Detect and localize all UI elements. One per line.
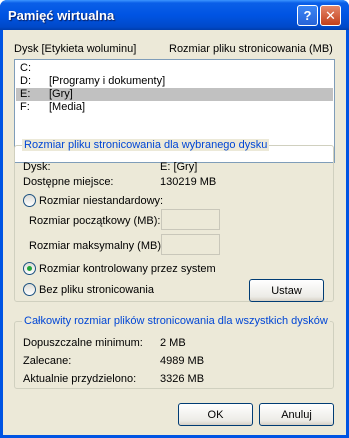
custom-size-label[interactable]: Rozmiar niestandardowy: bbox=[39, 195, 163, 207]
custom-size-radio[interactable] bbox=[23, 194, 36, 207]
allocated-label: Aktualnie przydzielono: bbox=[23, 373, 137, 385]
recommended-label: Zalecane: bbox=[23, 355, 72, 367]
virtual-memory-dialog: Pamięć wirtualna ? ✕ Dysk [Etykieta wolu… bbox=[0, 0, 349, 438]
drive-letter: E: bbox=[20, 88, 31, 100]
drive-letter: D: bbox=[20, 75, 31, 87]
close-button[interactable]: ✕ bbox=[320, 5, 341, 26]
title-bar[interactable]: Pamięć wirtualna ? ✕ bbox=[0, 0, 349, 30]
drive-list-item[interactable]: D: [Programy i dokumenty] bbox=[16, 75, 333, 88]
minimum-label: Dopuszczalne minimum: bbox=[23, 337, 143, 349]
cancel-button[interactable]: Anuluj bbox=[259, 403, 334, 426]
close-icon: ✕ bbox=[325, 7, 336, 23]
available-space-label: Dostępne miejsce: bbox=[23, 176, 114, 188]
drive-label: [Media] bbox=[49, 101, 86, 113]
max-size-label: Rozmiar maksymalny (MB): bbox=[29, 240, 165, 252]
totals-group-title: Całkowity rozmiar plików stronicowania d… bbox=[22, 315, 330, 327]
initial-size-label: Rozmiar początkowy (MB): bbox=[29, 215, 161, 227]
ok-button[interactable]: OK bbox=[178, 403, 253, 426]
drive-value: E: [Gry] bbox=[160, 161, 198, 173]
recommended-value: 4989 MB bbox=[160, 355, 205, 367]
drive-column-header: Dysk [Etykieta woluminu] bbox=[14, 43, 137, 55]
drive-label: [Gry] bbox=[49, 88, 73, 100]
selected-drive-group-title: Rozmiar pliku stronicowania dla wybraneg… bbox=[22, 139, 270, 151]
drive-letter: C: bbox=[20, 62, 31, 74]
no-paging-file-label[interactable]: Bez pliku stronicowania bbox=[39, 284, 154, 296]
no-paging-file-radio[interactable] bbox=[23, 283, 36, 296]
system-managed-label[interactable]: Rozmiar kontrolowany przez system bbox=[39, 263, 216, 275]
initial-size-input[interactable] bbox=[161, 209, 220, 230]
drive-letter: F: bbox=[20, 101, 30, 113]
help-button[interactable]: ? bbox=[297, 5, 318, 26]
drive-list-item[interactable]: C: bbox=[16, 62, 333, 75]
set-button[interactable]: Ustaw bbox=[249, 279, 324, 302]
system-managed-radio[interactable] bbox=[23, 262, 36, 275]
help-icon: ? bbox=[303, 8, 312, 23]
window-title: Pamięć wirtualna bbox=[8, 8, 115, 23]
available-space-value: 130219 MB bbox=[160, 176, 217, 188]
allocated-value: 3326 MB bbox=[160, 373, 205, 385]
drive-label: [Programy i dokumenty] bbox=[49, 75, 166, 87]
drive-label-text: Dysk: bbox=[23, 161, 51, 173]
max-size-input[interactable] bbox=[161, 234, 220, 255]
minimum-value: 2 MB bbox=[160, 337, 186, 349]
size-column-header: Rozmiar pliku stronicowania (MB) bbox=[169, 43, 333, 55]
drive-list-item[interactable]: F: [Media] bbox=[16, 101, 333, 114]
drive-list-item-selected[interactable]: E: [Gry] bbox=[16, 88, 333, 101]
dialog-body: Dysk [Etykieta woluminu] Rozmiar pliku s… bbox=[3, 30, 346, 435]
